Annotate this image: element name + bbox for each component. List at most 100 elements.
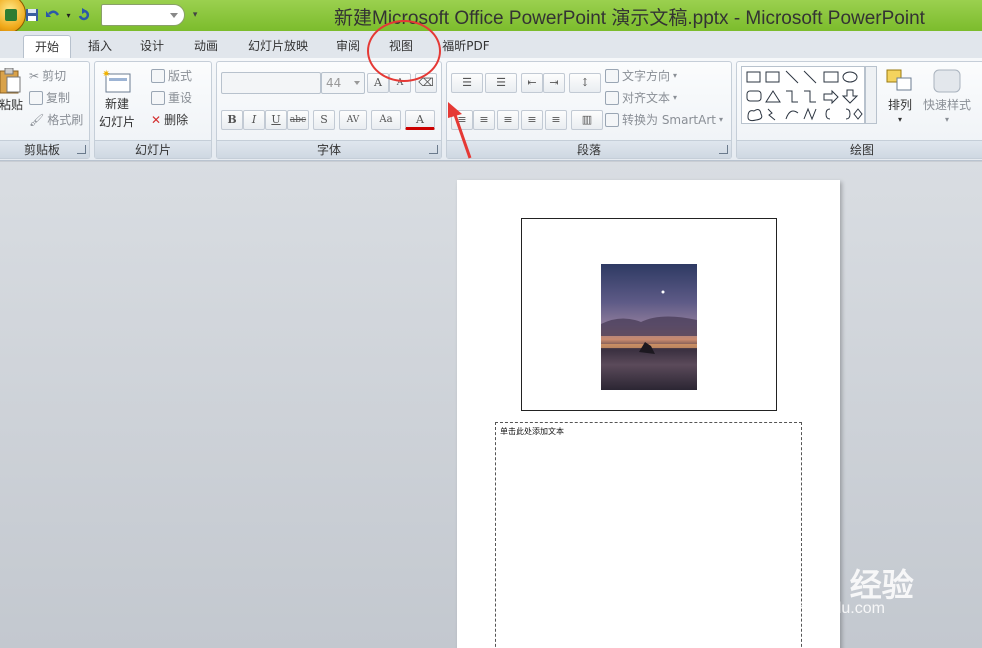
layout-label: 版式 [168, 69, 193, 83]
customize-qat-icon[interactable]: ▾ [193, 6, 202, 24]
quick-access-toolbar: ▾ ▾ [24, 4, 202, 26]
shadow-button[interactable]: S [313, 110, 335, 130]
annotation-arrow [448, 102, 472, 159]
italic-button[interactable]: I [243, 110, 265, 130]
text-direction-label: 文字方向 [622, 69, 671, 83]
qat-combo[interactable] [100, 4, 185, 26]
elbow-arrow-shape-icon[interactable] [804, 90, 816, 103]
right-arrow-shape-icon[interactable] [823, 89, 839, 105]
new-slide-button[interactable]: ✷ 新建 幻灯片 [99, 68, 135, 130]
tab-slide-show[interactable]: 幻灯片放映 [238, 35, 318, 58]
font-name-combo[interactable] [221, 72, 321, 94]
arrange-icon [886, 69, 912, 91]
character-spacing-button[interactable]: AV [339, 110, 367, 130]
arc-shape-icon[interactable] [785, 110, 799, 120]
text-direction-button[interactable]: 文字方向 ▾ [605, 67, 677, 84]
cloud-shape-icon[interactable] [747, 109, 763, 122]
annotation-circle [367, 20, 441, 82]
bullets-button[interactable]: ☰ [451, 73, 483, 93]
redo-icon[interactable] [76, 6, 92, 24]
copy-label: 复制 [46, 91, 71, 105]
copy-button[interactable]: 复制 [29, 89, 70, 106]
justify-button[interactable]: ≡ [521, 110, 543, 130]
font-group-label: 字体 [217, 140, 441, 158]
quick-styles-button[interactable]: 快速样式 ▾ [923, 68, 971, 124]
tab-insert[interactable]: 插入 [78, 35, 122, 58]
align-right-button[interactable]: ≡ [497, 110, 519, 130]
chevron-down-icon: ▾ [897, 115, 902, 124]
tab-home[interactable]: 开始 [23, 35, 71, 58]
arrange-label: 排列 [887, 98, 912, 112]
elbow-connector-shape-icon[interactable] [786, 90, 798, 103]
convert-smartart-button[interactable]: 转换为 SmartArt ▾ [605, 111, 723, 128]
reset-button[interactable]: 重设 [151, 89, 192, 106]
paste-icon [0, 68, 21, 94]
left-brace-shape-icon[interactable] [825, 108, 831, 120]
office-button[interactable] [0, 0, 26, 31]
triangle-shape-icon[interactable] [765, 90, 781, 103]
watermark-sub: jingyan.baidu.com [756, 600, 885, 617]
decrease-indent-button[interactable]: ⇤ [521, 73, 543, 93]
paragraph-group-label: 段落 [447, 140, 731, 158]
vertical-textbox-shape-icon[interactable] [765, 71, 780, 83]
cut-label: 剪切 [42, 69, 67, 83]
change-case-button[interactable]: Aa [371, 110, 401, 130]
baidu-watermark: Baidu 经验 jingyan.baidu.com [752, 540, 982, 630]
paste-label: 粘贴 [0, 98, 24, 112]
arrange-button[interactable]: 排列 ▾ [885, 68, 915, 124]
distribute-button[interactable]: ≡ [545, 110, 567, 130]
increase-indent-button[interactable]: ⇥ [543, 73, 565, 93]
numbering-button[interactable]: ☰ [485, 73, 517, 93]
title-bar: ▾ ▾ 新建Microsoft Office PowerPoint 演示文稿.p… [0, 0, 982, 31]
strikethrough-button[interactable]: abc [287, 110, 309, 130]
smartart-icon [605, 112, 619, 127]
scissors-icon: ✂ [29, 68, 40, 83]
tab-animations[interactable]: 动画 [184, 35, 228, 58]
brush-icon: 🖌 [29, 112, 45, 127]
delete-slide-button[interactable]: ✕ 删除 [151, 111, 188, 128]
paste-button[interactable]: 粘贴 [0, 68, 23, 113]
drawing-group-label: 绘图 [737, 140, 982, 158]
text-direction-icon [605, 68, 619, 83]
line-shape-icon[interactable] [785, 70, 799, 84]
lightning-shape-icon[interactable] [767, 108, 776, 121]
clipboard-group-label: 剪贴板 [0, 140, 89, 158]
svg-text:✷: ✷ [102, 69, 110, 80]
bold-button[interactable]: B [221, 110, 243, 130]
align-text-button[interactable]: 对齐文本 ▾ [605, 89, 677, 106]
delete-icon: ✕ [151, 112, 162, 127]
tab-design[interactable]: 设计 [130, 35, 174, 58]
cut-button[interactable]: ✂ 剪切 [29, 67, 66, 84]
rectangle-shape-icon[interactable] [823, 71, 839, 83]
textbox-shape-icon[interactable] [746, 71, 761, 83]
notes-placeholder-text: 单击此处添加文本 [500, 427, 564, 436]
format-painter-button[interactable]: 🖌 格式刷 [29, 111, 83, 128]
clipboard-launcher-icon[interactable] [77, 145, 86, 154]
tab-foxit-pdf[interactable]: 福昕PDF [436, 35, 496, 58]
drawing-group: 排列 ▾ 快速样式 ▾ 绘图 [736, 61, 982, 159]
star-shape-icon[interactable] [853, 108, 863, 120]
rounded-rect-shape-icon[interactable] [746, 90, 762, 102]
down-arrow-shape-icon[interactable] [841, 89, 859, 104]
save-icon[interactable] [24, 6, 40, 24]
freeform-shape-icon[interactable] [803, 107, 817, 121]
columns-button[interactable]: ▥ [571, 110, 603, 130]
reset-icon [151, 90, 165, 105]
paragraph-launcher-icon[interactable] [719, 145, 728, 154]
shapes-gallery[interactable] [741, 66, 865, 124]
shapes-gallery-scroll[interactable] [865, 66, 877, 124]
line-spacing-button[interactable]: ↕ [569, 73, 601, 93]
font-launcher-icon[interactable] [429, 145, 438, 154]
underline-button[interactable]: U [265, 110, 287, 130]
font-size-combo[interactable]: 44 [321, 72, 365, 94]
arrow-line-shape-icon[interactable] [803, 70, 817, 84]
tab-review[interactable]: 审阅 [326, 35, 370, 58]
font-color-button[interactable]: A [405, 110, 435, 130]
right-brace-shape-icon[interactable] [845, 108, 851, 120]
paragraph-group: ☰ ☰ ⇤ ⇥ ↕ ≡ ≡ ≡ ≡ ≡ ▥ 文字方向 ▾ 对齐文本 ▾ 转换为 Sm… [446, 61, 732, 159]
new-slide-label-2: 幻灯片 [99, 115, 136, 129]
layout-button[interactable]: 版式 [151, 67, 192, 84]
undo-icon[interactable] [44, 6, 60, 24]
undo-dropdown-icon[interactable]: ▾ [65, 6, 72, 24]
oval-shape-icon[interactable] [842, 71, 858, 83]
